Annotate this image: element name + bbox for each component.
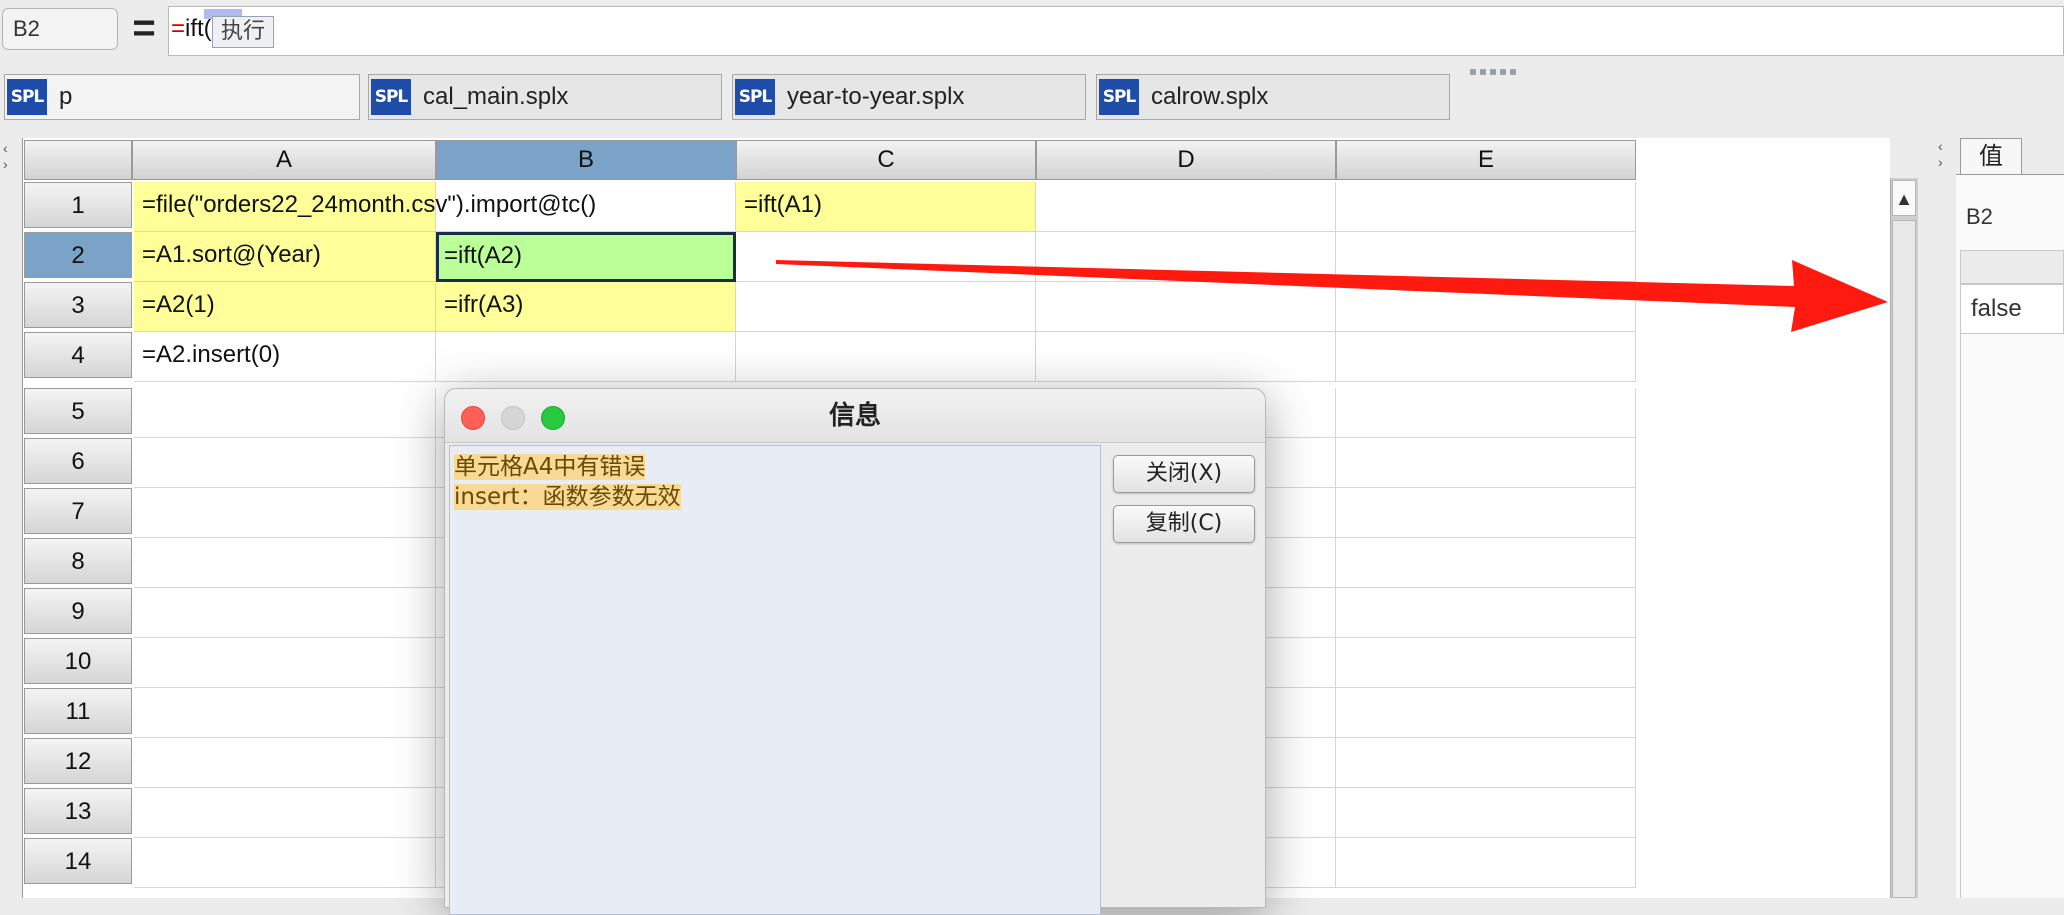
column-header-b[interactable]: B	[436, 140, 736, 180]
grid-cell[interactable]	[1336, 388, 1636, 438]
cell-a1[interactable]: =file("orders22_24month.csv").import@tc(…	[134, 182, 596, 232]
value-table-body	[1960, 334, 2064, 898]
tab-calrow[interactable]: SPL calrow.splx	[1096, 74, 1450, 120]
spl-file-icon: SPL	[7, 79, 47, 115]
grid-cell[interactable]	[134, 688, 436, 738]
tab-value[interactable]: 值	[1960, 138, 2022, 174]
cell-c1[interactable]: =ift(A1)	[736, 182, 1036, 232]
row-header-9[interactable]: 9	[24, 588, 132, 634]
formula-text: ift(	[185, 15, 212, 42]
collapse-left-icon[interactable]: ‹	[3, 140, 8, 156]
spl-file-icon: SPL	[371, 79, 411, 115]
tab-label: calrow.splx	[1151, 83, 1269, 110]
grid-cell[interactable]	[1336, 488, 1636, 538]
cell-b2-active[interactable]: =ift(A2)	[436, 232, 736, 282]
cell-reference-box[interactable]: B2	[2, 8, 118, 50]
row-header-8[interactable]: 8	[24, 538, 132, 584]
equals-icon[interactable]: =	[126, 8, 162, 50]
tab-label: year-to-year.splx	[787, 83, 965, 110]
tab-label: p	[59, 83, 73, 110]
column-header-d[interactable]: D	[1036, 140, 1336, 180]
error-message-line: 单元格A4中有错误	[454, 454, 646, 480]
value-result[interactable]: false	[1960, 284, 2064, 334]
copy-button[interactable]: 复制(C)	[1113, 505, 1255, 543]
tab-p[interactable]: SPL p	[4, 74, 360, 120]
formula-input[interactable]: =ift(	[168, 6, 2064, 56]
cell-d1[interactable]	[1036, 182, 1336, 232]
row-header-5[interactable]: 5	[24, 388, 132, 434]
row-header-3[interactable]: 3	[24, 282, 132, 328]
grid-cell[interactable]	[134, 838, 436, 888]
value-table-header	[1960, 250, 2064, 284]
grid-cell[interactable]	[1336, 788, 1636, 838]
grid-cell[interactable]	[1336, 838, 1636, 888]
row-header-7[interactable]: 7	[24, 488, 132, 534]
grid-cell[interactable]	[134, 538, 436, 588]
column-header-e[interactable]: E	[1336, 140, 1636, 180]
right-splitter[interactable]: ‹ ›	[1934, 132, 1954, 898]
grid-cell[interactable]	[134, 438, 436, 488]
dialog-title: 信息	[828, 401, 881, 431]
expand-right-icon[interactable]: ›	[3, 156, 8, 172]
splitter-grip-icon[interactable]	[1470, 62, 1534, 75]
grid-cell[interactable]	[134, 738, 436, 788]
collapse-left-icon[interactable]: ‹	[1938, 138, 1943, 154]
select-all-corner[interactable]	[24, 140, 132, 180]
row-header-2[interactable]: 2	[24, 232, 132, 278]
arrow-head-icon	[776, 260, 1888, 332]
formula-equals-sign: =	[171, 15, 186, 42]
row-header-13[interactable]: 13	[24, 788, 132, 834]
row-header-4[interactable]: 4	[24, 332, 132, 378]
tab-year-to-year[interactable]: SPL year-to-year.splx	[732, 74, 1086, 120]
grid-cell[interactable]	[1336, 438, 1636, 488]
grid-cell[interactable]	[134, 388, 436, 438]
grid-cell[interactable]	[1336, 538, 1636, 588]
grid-cell[interactable]	[134, 788, 436, 838]
grid-cell[interactable]	[134, 588, 436, 638]
grid-cell[interactable]	[1336, 638, 1636, 688]
row-header-1[interactable]: 1	[24, 182, 132, 228]
cell-e1[interactable]	[1336, 182, 1636, 232]
execute-tooltip: 执行	[212, 16, 274, 48]
spl-file-icon: SPL	[1099, 79, 1139, 115]
expand-right-icon[interactable]: ›	[1938, 154, 1943, 170]
cell-b4[interactable]	[436, 332, 736, 382]
column-header-a[interactable]: A	[132, 140, 436, 180]
row-header-6[interactable]: 6	[24, 438, 132, 484]
close-button[interactable]: 关闭(X)	[1113, 455, 1255, 493]
cell-a4[interactable]: =A2.insert(0)	[134, 332, 436, 382]
grid-cell[interactable]	[134, 488, 436, 538]
tab-label: cal_main.splx	[423, 83, 569, 110]
error-message-area[interactable]: 单元格A4中有错误 insert：函数参数无效	[449, 445, 1101, 915]
cell-b1[interactable]	[436, 182, 736, 232]
annotation-arrow	[776, 260, 1888, 332]
column-header-c[interactable]: C	[736, 140, 1036, 180]
tab-cal-main[interactable]: SPL cal_main.splx	[368, 74, 722, 120]
cell-b3[interactable]: =ifr(A3)	[436, 282, 736, 332]
info-dialog: 信息 单元格A4中有错误 insert：函数参数无效 关闭(X) 复制(C)	[444, 388, 1266, 915]
left-splitter[interactable]: ‹ ›	[0, 138, 20, 898]
row-header-11[interactable]: 11	[24, 688, 132, 734]
error-message-line: insert：函数参数无效	[454, 484, 681, 510]
grid-cell[interactable]	[1336, 738, 1636, 788]
grid-cell[interactable]	[1336, 588, 1636, 638]
value-cell-reference: B2	[1966, 204, 1993, 229]
cell-a3[interactable]: =A2(1)	[134, 282, 436, 332]
row-header-12[interactable]: 12	[24, 738, 132, 784]
row-header-14[interactable]: 14	[24, 838, 132, 884]
scroll-up-icon[interactable]: ▲	[1892, 180, 1916, 216]
spl-file-icon: SPL	[735, 79, 775, 115]
grid-cell[interactable]	[134, 638, 436, 688]
cell-a2[interactable]: =A1.sort@(Year)	[134, 232, 436, 282]
grid-cell[interactable]	[1336, 688, 1636, 738]
row-header-10[interactable]: 10	[24, 638, 132, 684]
